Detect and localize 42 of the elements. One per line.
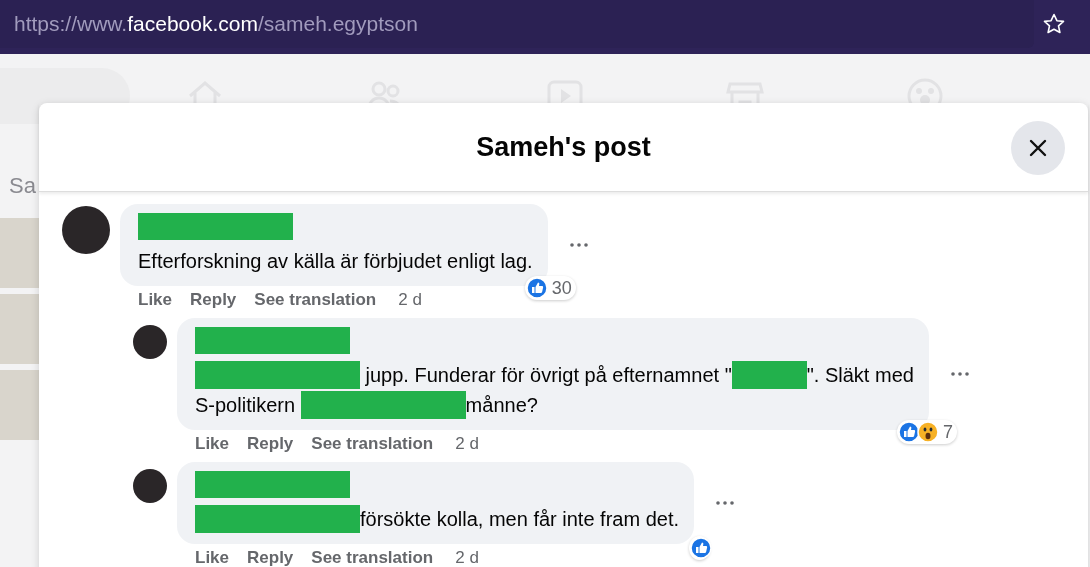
dialog-title: Sameh's post	[476, 131, 651, 163]
comment-action-link[interactable]: See translation	[311, 548, 434, 567]
comment-text: Efterforskning av källa är förbjudet enligt lag.	[138, 249, 533, 274]
surprised-face-icon	[916, 421, 939, 443]
avatar[interactable]	[62, 206, 110, 254]
timestamp: 2 d	[398, 290, 422, 310]
bookmark-star-icon[interactable]	[1042, 12, 1066, 36]
photo-placeholder	[0, 294, 40, 364]
comment-text: S-politikern	[195, 393, 297, 418]
background-text: Sa	[8, 172, 37, 200]
thumbs-up-icon	[690, 537, 713, 559]
more-options-icon[interactable]	[569, 243, 588, 247]
comment-action-link[interactable]: Reply	[190, 290, 237, 310]
avatar[interactable]	[133, 325, 167, 359]
photo-placeholder	[0, 218, 40, 288]
close-icon	[1028, 138, 1048, 158]
more-options-icon[interactable]	[950, 372, 969, 376]
close-button[interactable]	[1011, 121, 1065, 175]
reaction-summary[interactable]: 30	[524, 276, 576, 300]
comment-action-link[interactable]: Like	[138, 290, 173, 310]
reaction-count: 7	[942, 421, 953, 443]
photo-placeholder	[0, 370, 40, 440]
comment-text: ". Släkt med	[806, 363, 914, 388]
more-options-icon[interactable]	[716, 501, 735, 505]
comment-action-link[interactable]: Like	[195, 434, 230, 454]
reaction-count: 30	[551, 277, 572, 299]
timestamp: 2 d	[455, 548, 479, 567]
comment-action-link[interactable]: Reply	[247, 434, 294, 454]
comment-text: försökte kolla, men får inte fram det.	[360, 507, 680, 532]
comment-action-link[interactable]: Reply	[247, 548, 294, 567]
thumbs-up-icon	[897, 421, 920, 443]
thumbs-up-icon	[525, 277, 548, 299]
comment-action-link[interactable]: See translation	[311, 434, 434, 454]
comment-text: jupp. Funderar för övrigt på efternamnet "	[364, 363, 732, 388]
reaction-summary[interactable]	[689, 536, 711, 560]
comment-action-link[interactable]: Like	[195, 548, 230, 567]
comment-text: månne?	[465, 393, 538, 418]
reaction-summary[interactable]: 7	[896, 420, 957, 444]
avatar[interactable]	[133, 469, 167, 503]
address-bar[interactable]: https://www.facebook.com/sameh.egyptson	[0, 0, 1034, 48]
comment-action-link[interactable]: See translation	[254, 290, 377, 310]
timestamp: 2 d	[455, 434, 479, 454]
